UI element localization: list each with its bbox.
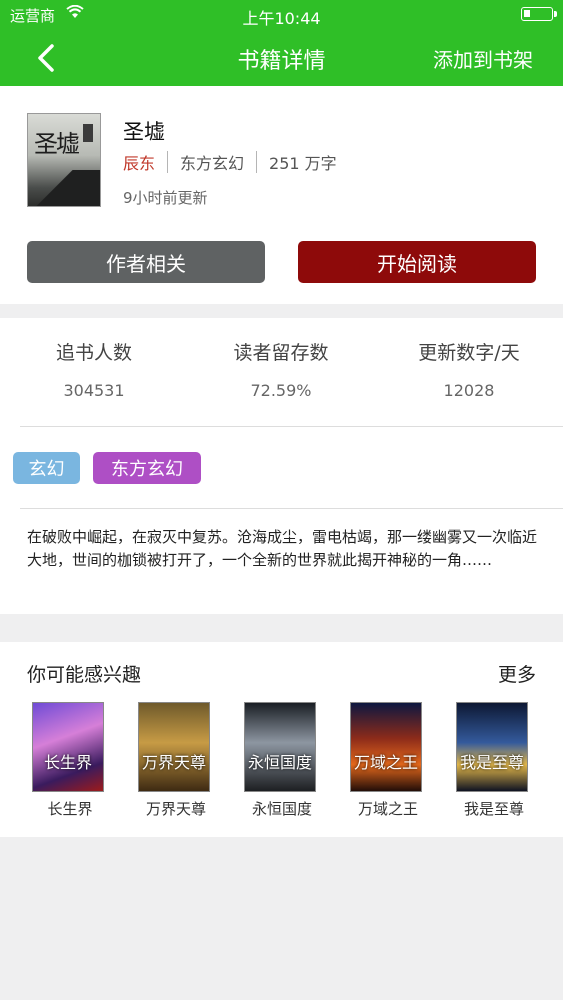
recommend-name: 万界天尊 <box>145 800 206 818</box>
author-related-button[interactable]: 作者相关 <box>27 241 265 283</box>
tag-eastern-fantasy[interactable]: 东方玄幻 <box>93 452 201 484</box>
recommend-title: 你可能感兴趣 <box>27 664 142 686</box>
category-label: 东方玄幻 <box>180 154 245 173</box>
book-stats-card: 追书人数 304531 读者留存数 72.59% 更新数字/天 12028 玄幻… <box>0 318 563 614</box>
battery-icon <box>521 7 557 21</box>
status-time: 上午10:44 <box>242 9 321 28</box>
cover-title: 万界天尊 <box>141 753 206 772</box>
nav-bar: 书籍详情 添加到书架 <box>0 30 563 86</box>
top-bar: 运营商 上午10:44 书籍详情 添加到书架 <box>0 0 563 86</box>
book-title: 圣墟 <box>123 120 165 144</box>
cover-title: 长生界 <box>43 753 92 772</box>
recommend-cover: 万域之王 <box>350 702 422 792</box>
cover-title: 我是至尊 <box>459 753 524 772</box>
divider <box>20 508 563 509</box>
start-reading-button[interactable]: 开始阅读 <box>298 241 536 283</box>
stat-value: 304531 <box>63 381 125 400</box>
stat-label: 更新数字/天 <box>418 342 520 364</box>
stat-label: 追书人数 <box>55 342 132 364</box>
recommend-name: 长生界 <box>47 800 93 818</box>
book-description[interactable]: 在破败中崛起，在寂灭中复苏。沧海成尘，雷电枯竭，那一缕幽雾又一次临近大地，世间的… <box>27 526 539 572</box>
more-button[interactable]: 更多 <box>498 660 536 687</box>
cover-mountain <box>28 170 100 206</box>
stat-value: 12028 <box>443 381 495 400</box>
book-cover[interactable]: 圣墟 <box>27 113 101 207</box>
word-count: 251 万字 <box>269 154 337 173</box>
cover-title: 万域之王 <box>353 753 418 772</box>
author-link[interactable]: 辰东 <box>123 150 155 174</box>
stat-followers: 追书人数 304531 <box>0 338 188 400</box>
meta-divider <box>256 151 258 173</box>
cover-title: 永恒国度 <box>247 753 312 772</box>
recommend-cover: 长生界 <box>32 702 104 792</box>
book-cover-title: 圣墟 <box>34 130 80 158</box>
divider <box>20 426 563 427</box>
stat-label: 读者留存数 <box>233 342 329 364</box>
tag-xuanhuan[interactable]: 玄幻 <box>13 452 80 484</box>
recommend-section: 你可能感兴趣 更多 长生界 长生界 万界天尊 万界天尊 永恒国度 永恒国度 万域… <box>0 642 563 837</box>
recommend-name: 万域之王 <box>357 800 418 818</box>
recommend-cover: 永恒国度 <box>244 702 316 792</box>
meta-divider <box>167 151 169 173</box>
stat-value: 72.59% <box>250 381 312 400</box>
book-info-card: 圣墟 圣墟 辰东 东方玄幻 251 万字 9小时前更新 作者相关 开始阅读 <box>0 86 563 304</box>
stat-daily-words: 更新数字/天 12028 <box>375 338 563 400</box>
cover-seal <box>83 124 93 142</box>
add-to-shelf-button[interactable]: 添加到书架 <box>433 44 533 73</box>
recommend-name: 永恒国度 <box>251 800 312 818</box>
recommend-cover: 我是至尊 <box>456 702 528 792</box>
stat-retention: 读者留存数 72.59% <box>187 338 375 400</box>
status-bar: 运营商 上午10:44 <box>0 0 563 30</box>
recommend-cover: 万界天尊 <box>138 702 210 792</box>
recommend-name: 我是至尊 <box>463 800 524 818</box>
book-meta: 辰东 东方玄幻 251 万字 <box>123 150 337 174</box>
update-time: 9小时前更新 <box>123 189 208 207</box>
